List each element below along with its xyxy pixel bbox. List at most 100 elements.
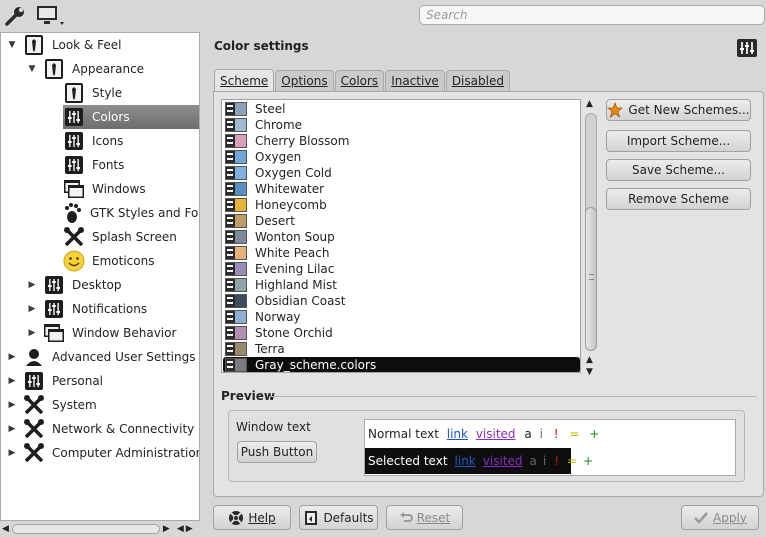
tab-options[interactable]: Options [275, 70, 334, 91]
active-text: a [524, 427, 532, 441]
scheme-name: Oxygen Cold [255, 166, 332, 180]
chevron-right-icon[interactable]: ▶ [7, 424, 17, 434]
scroll-down-icon[interactable]: ▼ [586, 367, 593, 377]
sidebar-item-gtk-styles-and-fon[interactable]: GTK Styles and Fon [63, 201, 199, 225]
chevron-right-icon[interactable]: ▶ [27, 328, 37, 338]
scheme-item[interactable]: Oxygen [223, 149, 580, 165]
chevron-right-icon[interactable]: ▶ [27, 280, 37, 290]
preview-view: Normal text link visited a i ! = + Selec… [364, 419, 736, 476]
page-title: Color settings [214, 39, 309, 53]
scheme-item[interactable]: Desert [223, 213, 580, 229]
chevron-right-icon[interactable]: ▶ [7, 448, 17, 458]
scheme-item[interactable]: Cherry Blossom [223, 133, 580, 149]
chevron-right-icon[interactable]: ▶ [7, 400, 17, 410]
monitor-icon[interactable] [34, 4, 68, 28]
sidebar-item-label: Colors [92, 110, 130, 124]
chevron-right-icon[interactable]: ▶ [27, 304, 37, 314]
selected-text: Selected text [368, 454, 448, 468]
chevron-right-icon[interactable]: ▶ [7, 352, 17, 362]
tab-label: Scheme [220, 74, 269, 88]
scheme-name: Gray_scheme.colors [255, 358, 377, 372]
scheme-item[interactable]: Chrome [223, 117, 580, 133]
scheme-item[interactable]: Honeycomb [223, 197, 580, 213]
sidebar-item-windows[interactable]: Windows [63, 177, 199, 201]
tab-disabled[interactable]: Disabled [445, 70, 510, 91]
scheme-item[interactable]: Wonton Soup [223, 229, 580, 245]
document-revert-icon [303, 510, 319, 526]
sidebar-item-colors[interactable]: Colors [63, 105, 199, 129]
chevron-down-icon[interactable]: ▼ [27, 64, 37, 74]
sidebar-item-look-feel[interactable]: Look & Feel [23, 33, 199, 57]
scheme-name: White Peach [255, 246, 330, 260]
tab-scheme[interactable]: Scheme [214, 69, 275, 92]
scheme-item[interactable]: Oxygen Cold [223, 165, 580, 181]
scheme-item[interactable]: Terra [223, 341, 580, 357]
help-icon [228, 510, 244, 526]
sidebar-item-label: Computer Administration [52, 446, 200, 460]
preview-push-button[interactable]: Push Button [237, 441, 317, 463]
wrench-icon[interactable] [2, 4, 28, 28]
scroll-left-icon[interactable]: ◀ [2, 524, 9, 534]
scheme-swatch [225, 246, 247, 260]
sidebar-item-computer-administration[interactable]: Computer Administration [23, 441, 199, 465]
get-new-schemes-button[interactable]: Get New Schemes... [606, 99, 751, 121]
tools-icon [23, 442, 45, 464]
sidebar-item-appearance[interactable]: Appearance [43, 57, 199, 81]
scheme-item[interactable]: Norway [223, 309, 580, 325]
scheme-name: Stone Orchid [255, 326, 333, 340]
scheme-item[interactable]: Whitewater [223, 181, 580, 197]
neutral-text: = [569, 427, 580, 441]
scroll-up-icon[interactable]: ▲ [586, 99, 593, 109]
link-text: link [454, 454, 476, 468]
scheme-list[interactable]: Steel Chrome Cherry Blossom Oxygen Oxygen Co… [221, 99, 581, 373]
checkmark-icon [693, 511, 709, 525]
sidebar-item-style[interactable]: Style [63, 81, 199, 105]
scheme-item[interactable]: Gray_scheme.colors [223, 357, 580, 372]
tools-icon [23, 394, 45, 416]
sidebar-horizontal-scrollbar[interactable]: ◀ ▶ ◀ ▶ [0, 522, 200, 536]
scheme-item[interactable]: Stone Orchid [223, 325, 580, 341]
sidebar-item-fonts[interactable]: Fonts [63, 153, 199, 177]
chevron-right-icon[interactable]: ▶ [7, 376, 17, 386]
import-scheme-button[interactable]: Import Scheme... [606, 130, 751, 152]
save-scheme-button[interactable]: Save Scheme... [606, 159, 751, 181]
remove-scheme-button[interactable]: Remove Scheme [606, 188, 751, 210]
scheme-item[interactable]: Obsidian Coast [223, 293, 580, 309]
scheme-name: Terra [255, 342, 285, 356]
scheme-item[interactable]: White Peach [223, 245, 580, 261]
search-input[interactable]: Search [419, 5, 765, 25]
sidebar-item-window-behavior[interactable]: Window Behavior [43, 321, 199, 345]
scheme-swatch [225, 198, 247, 212]
scroll-up-icon[interactable]: ▲ [586, 355, 593, 365]
tab-inactive[interactable]: Inactive [385, 70, 445, 91]
apply-button[interactable]: Apply [681, 505, 759, 530]
reset-button[interactable]: Reset [386, 505, 463, 530]
help-button[interactable]: Help [213, 505, 291, 530]
scheme-list-scrollbar[interactable]: ▲ ▲ ▼ [583, 99, 599, 381]
scheme-swatch [225, 358, 247, 372]
sidebar-item-emoticons[interactable]: Emoticons [63, 249, 199, 273]
tab-colors[interactable]: Colors [334, 70, 385, 91]
scheme-item[interactable]: Highland Mist [223, 277, 580, 293]
scroll-thumb[interactable] [11, 524, 160, 534]
scheme-name: Desert [255, 214, 295, 228]
scroll-thumb[interactable] [585, 207, 597, 351]
sidebar-item-icons[interactable]: Icons [63, 129, 199, 153]
scheme-name: Chrome [255, 118, 303, 132]
sidebar-item-notifications[interactable]: Notifications [43, 297, 199, 321]
sidebar-item-network-connectivity[interactable]: Network & Connectivity [23, 417, 199, 441]
sidebar-item-splash-screen[interactable]: Splash Screen [63, 225, 199, 249]
scheme-item[interactable]: Evening Lilac [223, 261, 580, 277]
chevron-down-icon[interactable]: ▼ [7, 40, 17, 50]
scroll-right-icon[interactable]: ▶ [163, 524, 170, 534]
neutral-text: = [567, 454, 578, 468]
sidebar-item-system[interactable]: System [23, 393, 199, 417]
scheme-item[interactable]: Steel [223, 101, 580, 117]
sidebar-item-personal[interactable]: Personal [23, 369, 199, 393]
scroll-right-icon[interactable]: ▶ [186, 524, 193, 534]
defaults-button[interactable]: Defaults [299, 505, 378, 530]
sidebar-item-desktop[interactable]: Desktop [43, 273, 199, 297]
sidebar-item-advanced-user-settings[interactable]: Advanced User Settings [23, 345, 199, 369]
sidebar-tree[interactable]: Look & Feel ▼ Appearance ▼ Style Colors Icons F… [0, 32, 200, 521]
scroll-left-icon[interactable]: ◀ [177, 524, 184, 534]
